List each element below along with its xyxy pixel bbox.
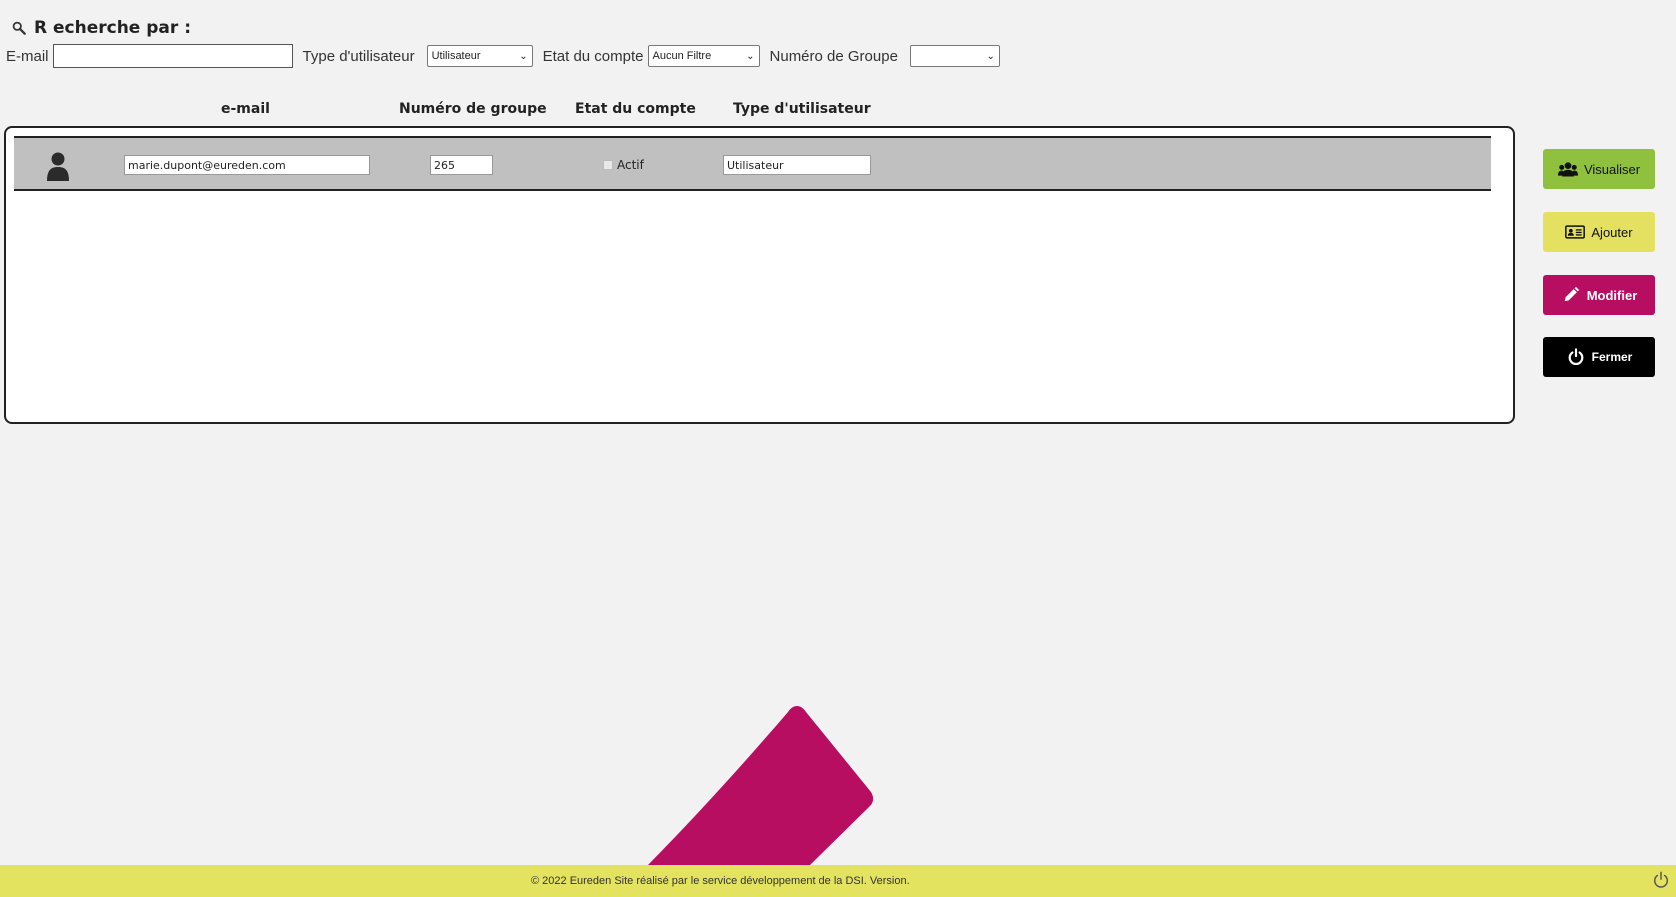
account-state-select[interactable]: Aucun Filtre ⌄ xyxy=(647,45,760,67)
users-icon xyxy=(1557,162,1578,177)
power-icon[interactable] xyxy=(1652,871,1670,889)
close-button-label: Fermer xyxy=(1591,350,1633,364)
row-email-field[interactable]: marie.dupont@eureden.com xyxy=(124,155,370,175)
visualize-button[interactable]: Visualiser xyxy=(1543,149,1655,189)
footer-copyright: © 2022 Eureden Site réalisé par le servi… xyxy=(531,875,910,887)
group-number-filter-label: Numéro de Groupe xyxy=(769,47,898,65)
header-user-type: Type d'utilisateur xyxy=(733,101,871,117)
account-state-filter-label: Etat du compte xyxy=(542,47,644,65)
user-type-select-value: Utilisateur xyxy=(431,50,481,62)
decorative-shape xyxy=(648,706,874,865)
id-card-icon xyxy=(1565,225,1586,239)
email-filter-input[interactable] xyxy=(52,44,293,68)
pencil-icon xyxy=(1564,286,1579,302)
filter-row: E-mail Type d'utilisateur Utilisateur ⌄ … xyxy=(6,44,1000,68)
user-list-panel: marie.dupont@eureden.com 265 Actif Utili… xyxy=(4,126,1515,424)
header-group: Numéro de groupe xyxy=(399,101,547,117)
active-checkbox-label: Actif xyxy=(617,158,644,172)
row-user-type-field[interactable]: Utilisateur xyxy=(723,155,871,175)
row-active-toggle: Actif xyxy=(603,158,644,172)
header-account-state: Etat du compte xyxy=(575,101,696,117)
group-number-select[interactable]: ⌄ xyxy=(909,45,1000,67)
search-icon xyxy=(12,21,26,35)
edit-button-label: Modifier xyxy=(1586,287,1638,303)
chevron-down-icon: ⌄ xyxy=(519,50,528,62)
add-button-label: Ajouter xyxy=(1591,224,1633,240)
row-group-field[interactable]: 265 xyxy=(430,155,493,175)
user-avatar-icon xyxy=(47,152,69,181)
user-type-select[interactable]: Utilisateur ⌄ xyxy=(426,45,533,67)
footer: © 2022 Eureden Site réalisé par le servi… xyxy=(0,865,1676,897)
table-header: e-mail Numéro de groupe Etat du compte T… xyxy=(0,101,1000,121)
active-checkbox[interactable] xyxy=(603,160,613,170)
table-row[interactable]: marie.dupont@eureden.com 265 Actif Utili… xyxy=(14,136,1491,191)
search-title: R echerche par : xyxy=(12,18,191,38)
power-icon xyxy=(1568,348,1584,366)
user-type-filter-label: Type d'utilisateur xyxy=(302,47,415,65)
search-title-label: R echerche par : xyxy=(34,18,192,38)
account-state-select-value: Aucun Filtre xyxy=(652,50,712,62)
header-email: e-mail xyxy=(221,101,270,117)
visualize-button-label: Visualiser xyxy=(1583,161,1641,177)
email-filter-label: E-mail xyxy=(6,47,49,65)
add-button[interactable]: Ajouter xyxy=(1543,212,1655,252)
chevron-down-icon: ⌄ xyxy=(986,50,995,62)
close-button[interactable]: Fermer xyxy=(1543,337,1655,377)
edit-button[interactable]: Modifier xyxy=(1543,275,1655,315)
chevron-down-icon: ⌄ xyxy=(746,50,755,62)
